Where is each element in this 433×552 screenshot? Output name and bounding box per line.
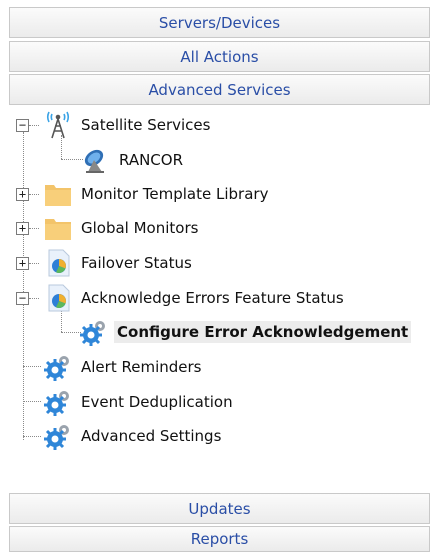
expand-toggle[interactable]: + (16, 188, 29, 201)
tree-item-advanced-settings[interactable]: Advanced Settings (44, 421, 224, 451)
reports-button[interactable]: Reports (9, 526, 430, 552)
tree-item-rancor[interactable]: RANCOR (82, 145, 186, 175)
tree-item-label: RANCOR (119, 151, 183, 169)
tree-connector (23, 401, 41, 402)
tree-connector (23, 436, 41, 437)
tree-item-event-deduplication[interactable]: Event Deduplication (44, 387, 236, 417)
gears-icon (80, 318, 108, 346)
folder-icon (44, 214, 72, 242)
tree-connector (61, 159, 83, 160)
collapse-toggle[interactable]: − (16, 292, 29, 305)
pie-chart-document-icon (44, 249, 72, 277)
servers-devices-button[interactable]: Servers/Devices (9, 7, 430, 38)
tree-connector (61, 332, 81, 333)
gears-icon (44, 353, 72, 381)
tree-item-label: Advanced Settings (81, 427, 222, 445)
tree-item-label: Acknowledge Errors Feature Status (81, 289, 344, 307)
tree-item-label: Alert Reminders (81, 358, 202, 376)
tree-item-failover-status[interactable]: Failover Status (44, 248, 195, 278)
tree-connector (29, 263, 39, 264)
gears-icon (44, 422, 72, 450)
satellite-dish-icon (82, 146, 110, 174)
tree-item-configure-error-ack[interactable]: Configure Error Acknowledgement (80, 317, 412, 347)
advanced-services-tree: − + + + − Satellite Services RANCOR Moni… (0, 105, 433, 455)
tree-connector (29, 125, 39, 126)
advanced-services-button[interactable]: Advanced Services (9, 74, 430, 105)
tree-item-satellite-services[interactable]: Satellite Services (44, 110, 213, 140)
expand-toggle[interactable]: + (16, 257, 29, 270)
all-actions-button[interactable]: All Actions (9, 41, 430, 72)
tree-item-monitor-template-library[interactable]: Monitor Template Library (44, 179, 271, 209)
tree-connector (29, 194, 39, 195)
tree-connector (23, 366, 41, 367)
tree-item-label: Failover Status (81, 254, 192, 272)
antenna-icon (44, 111, 72, 139)
tree-item-acknowledge-errors[interactable]: Acknowledge Errors Feature Status (44, 283, 347, 313)
tree-item-label: Global Monitors (81, 219, 199, 237)
collapse-toggle[interactable]: − (16, 119, 29, 132)
tree-item-label: Event Deduplication (81, 393, 233, 411)
tree-connector (29, 228, 39, 229)
updates-button[interactable]: Updates (9, 493, 430, 524)
folder-icon (44, 180, 72, 208)
tree-item-global-monitors[interactable]: Global Monitors (44, 213, 201, 243)
tree-item-alert-reminders[interactable]: Alert Reminders (44, 352, 204, 382)
tree-trunk-line (23, 132, 24, 440)
tree-connector (29, 298, 39, 299)
pie-chart-document-icon (44, 284, 72, 312)
tree-item-label: Monitor Template Library (81, 185, 269, 203)
tree-item-label: Configure Error Acknowledgement (114, 321, 412, 343)
tree-item-label: Satellite Services (81, 116, 211, 134)
expand-toggle[interactable]: + (16, 222, 29, 235)
gears-icon (44, 388, 72, 416)
